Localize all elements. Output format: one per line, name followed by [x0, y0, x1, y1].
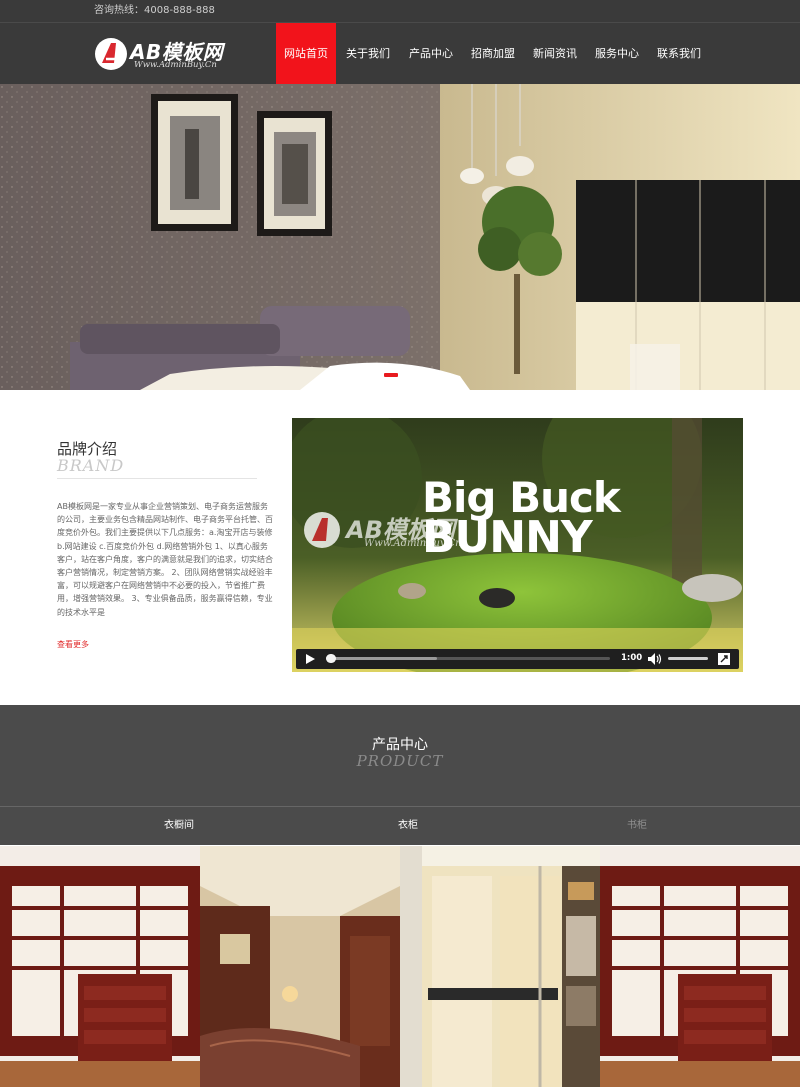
- product-image-bedroom[interactable]: [200, 846, 400, 1087]
- brand-description: AB模板网是一家专业从事企业营销策划、电子商务运营服务的公司，主要业务包含精品网…: [57, 502, 273, 617]
- nav-item-home[interactable]: 网站首页: [276, 23, 336, 84]
- tab-wardrobe[interactable]: 衣柜: [358, 816, 458, 831]
- tab-walk-in-closet[interactable]: 衣橱间: [129, 816, 229, 831]
- video-controls: 1:00: [296, 649, 739, 669]
- logo-url: Www.AdminBuy.Cn: [134, 60, 217, 70]
- tab-bookcase[interactable]: 书柜: [587, 816, 687, 831]
- play-icon[interactable]: [306, 654, 315, 664]
- video-duration: 1:00: [621, 653, 643, 663]
- product-subtitle: PRODUCT: [356, 752, 444, 770]
- site-logo[interactable]: AB模板网 Www.AdminBuy.Cn: [94, 34, 234, 74]
- watermark-logo-icon: [304, 512, 340, 548]
- product-divider: [0, 806, 800, 807]
- progress-knob[interactable]: [326, 654, 336, 663]
- header: AB模板网 Www.AdminBuy.Cn 网站首页 关于我们 产品中心 招商加…: [0, 23, 800, 84]
- closet-image: [0, 846, 200, 1087]
- brand-divider: [57, 478, 257, 479]
- banner-slide-indicator[interactable]: [384, 373, 398, 377]
- progress-track[interactable]: [326, 657, 610, 660]
- hero-banner[interactable]: [0, 84, 800, 390]
- read-more-link[interactable]: 查看更多: [57, 639, 89, 650]
- watermark-url: Www.AdminBuy.Cn: [364, 538, 462, 549]
- fullscreen-icon[interactable]: [718, 653, 730, 665]
- bedroom-banner-image: [0, 84, 800, 390]
- main-nav: 网站首页 关于我们 产品中心 招商加盟 新闻资讯 服务中心 联系我们: [276, 23, 710, 84]
- nav-item-about[interactable]: 关于我们: [336, 23, 400, 84]
- volume-slider[interactable]: [668, 657, 708, 660]
- nav-item-franchise[interactable]: 招商加盟: [462, 23, 524, 84]
- brand-subtitle: BRAND: [57, 456, 125, 475]
- product-title: 产品中心: [372, 737, 428, 753]
- product-image-wardrobe[interactable]: [400, 846, 600, 1087]
- nav-item-service[interactable]: 服务中心: [586, 23, 648, 84]
- nav-item-news[interactable]: 新闻资讯: [524, 23, 586, 84]
- closet-image: [600, 846, 800, 1087]
- top-bar: 咨询热线：4008-888-888: [0, 0, 800, 23]
- product-gallery: [0, 846, 800, 1087]
- product-image-closet-1[interactable]: [0, 846, 200, 1087]
- wardrobe-image: [400, 846, 600, 1087]
- video-player[interactable]: Big Buck BUNNY AB模板网 Www.AdminBuy.Cn 1:0…: [292, 418, 743, 672]
- volume-icon[interactable]: [648, 653, 662, 665]
- nav-item-contact[interactable]: 联系我们: [648, 23, 710, 84]
- nav-item-products[interactable]: 产品中心: [400, 23, 462, 84]
- logo-icon: [95, 38, 127, 70]
- buffer-bar: [326, 657, 437, 660]
- hotline-text: 咨询热线：4008-888-888: [94, 5, 215, 16]
- product-image-closet-2[interactable]: [600, 846, 800, 1087]
- bedroom-image: [200, 846, 400, 1087]
